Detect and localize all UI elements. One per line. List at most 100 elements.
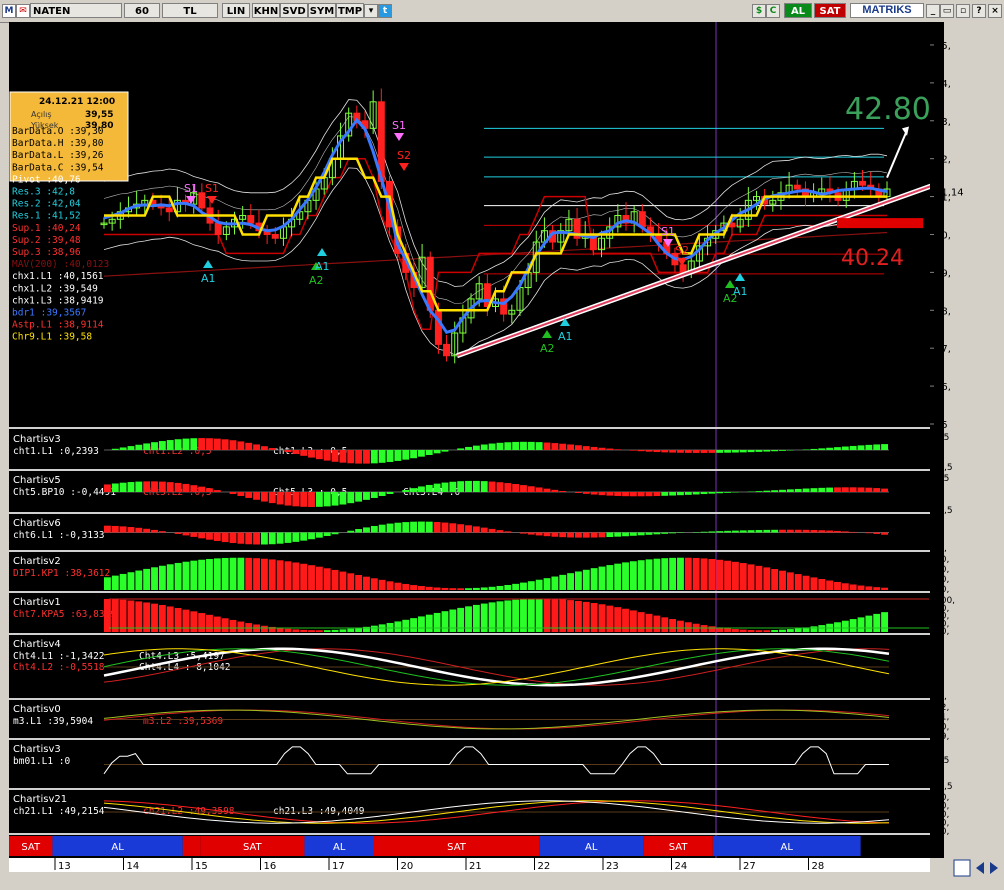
m-logo-icon[interactable]: M — [2, 4, 16, 18]
scale-button[interactable]: LIN — [222, 3, 250, 18]
indicator-bar — [794, 628, 802, 632]
indicator-bar — [771, 630, 779, 632]
currency-field[interactable]: TL — [162, 3, 218, 18]
indicator-bar — [700, 558, 708, 590]
histogram-bar — [284, 532, 292, 543]
histogram-bar — [857, 487, 865, 492]
histogram-bar — [198, 486, 206, 492]
histogram-bar — [355, 492, 363, 502]
signal-label: S1 — [392, 119, 406, 132]
histogram-bar — [575, 492, 582, 493]
symbol-field[interactable]: NATEN — [30, 3, 122, 18]
period-field[interactable]: 60 — [124, 3, 160, 18]
histogram-bar — [543, 532, 551, 537]
histogram-bar — [881, 488, 888, 492]
histogram-bar — [488, 481, 496, 492]
histogram-bar — [292, 492, 300, 507]
panel-y-tick: 0 — [935, 769, 941, 779]
histogram-bar — [826, 487, 834, 492]
sym-button[interactable]: SYM — [308, 3, 336, 18]
panel-y-tick: 0,5 — [935, 433, 949, 443]
panel-y-tick: 20, — [935, 627, 949, 637]
candle-body — [271, 233, 279, 239]
histogram-bar — [739, 450, 747, 453]
histogram-bar — [433, 522, 441, 533]
candle-body — [426, 256, 434, 311]
indicator-bar — [402, 619, 410, 632]
indicator-bar — [229, 557, 237, 590]
histogram-bar — [425, 484, 433, 492]
legend-entry: chx1.L3 :38,9419 — [12, 295, 104, 306]
histogram-bar — [684, 492, 692, 495]
refresh-icon[interactable]: C — [766, 4, 780, 18]
chart-area[interactable]: 42.80 40.24 S1 S1 A1 A2 A1 S1 S2 A2 A1 S1 S2 A2 A1 24.1… — [9, 22, 930, 858]
histogram-bar — [645, 450, 653, 452]
twitter-icon[interactable]: t — [378, 4, 392, 18]
histogram-bar — [261, 532, 268, 545]
histogram-bar — [472, 480, 480, 492]
histogram-bar — [378, 524, 386, 533]
histogram-bar — [810, 530, 818, 533]
histogram-bar — [386, 450, 394, 462]
minimize-icon[interactable]: _ — [926, 4, 940, 18]
histogram-bar — [410, 488, 417, 492]
print-icon[interactable]: ▭ — [940, 4, 954, 18]
indicator-bar — [645, 613, 653, 632]
indicator-bar — [276, 627, 284, 632]
histogram-bar — [669, 532, 677, 534]
indicator-bar — [410, 618, 417, 632]
indicator-bar — [300, 563, 308, 590]
indicator-bar — [559, 574, 567, 590]
indicator-bar — [323, 630, 331, 632]
close-icon[interactable]: × — [988, 4, 1002, 18]
histogram-bar — [527, 532, 535, 535]
panel-y-tick: 39, — [935, 732, 949, 742]
indicator-bar — [104, 577, 111, 590]
histogram-bar — [834, 447, 841, 450]
khn-button[interactable]: KHN — [252, 3, 280, 18]
envelope-upper-line — [103, 99, 888, 287]
dollar-icon[interactable]: $ — [752, 4, 766, 18]
buy-arrow-icon — [317, 248, 327, 256]
panel-legend: Cht4.L1 :-1,3422 — [13, 651, 105, 662]
restore-icon[interactable]: ▫ — [956, 4, 970, 18]
indicator-bar — [449, 588, 457, 590]
histogram-bar — [441, 522, 449, 533]
indicator-bar — [276, 560, 284, 590]
svd-button[interactable]: SVD — [280, 3, 308, 18]
histogram-bar — [292, 532, 300, 542]
dropdown-icon[interactable]: ▾ — [364, 4, 378, 18]
indicator-bar — [575, 571, 582, 590]
histogram-bar — [331, 532, 339, 535]
histogram-bar — [504, 483, 512, 492]
indicator-bar — [810, 626, 818, 632]
indicator-bar — [190, 611, 198, 632]
histogram-bar — [520, 441, 527, 450]
help-icon[interactable]: ? — [972, 4, 986, 18]
histogram-bar — [551, 532, 559, 537]
indicator-bar — [182, 609, 190, 632]
histogram-bar — [786, 489, 794, 492]
signal-segment-label: SAT — [669, 842, 689, 853]
histogram-bar — [315, 492, 323, 507]
histogram-bar — [190, 438, 198, 450]
x-tick-label: 15 — [195, 861, 208, 872]
chart-canvas[interactable]: 42.8040.24S1 S1A1 A2A1S1S2A2A1S1S2A2A124.1… — [9, 22, 930, 858]
indicator-bar — [433, 612, 441, 632]
histogram-bar — [708, 531, 716, 533]
last-price-label: 41,14 — [935, 187, 964, 198]
panel-legend: Cht4.L2 :-0,5518 — [13, 662, 105, 673]
histogram-bar — [151, 481, 158, 492]
tmp-button[interactable]: TMP — [336, 3, 364, 18]
histogram-bar — [370, 525, 378, 533]
indicator-bar — [151, 567, 158, 590]
al-button[interactable]: AL — [784, 3, 812, 18]
x-tick-label: 17 — [332, 861, 345, 872]
indicator-bar — [826, 580, 834, 590]
histogram-bar — [206, 438, 213, 450]
histogram-bar — [182, 483, 190, 492]
x-tick-label: 22 — [538, 861, 551, 872]
flag-icon[interactable]: ✉ — [16, 4, 30, 18]
sat-button[interactable]: SAT — [814, 3, 846, 18]
panel-y-tick: -0,5 — [935, 463, 953, 473]
